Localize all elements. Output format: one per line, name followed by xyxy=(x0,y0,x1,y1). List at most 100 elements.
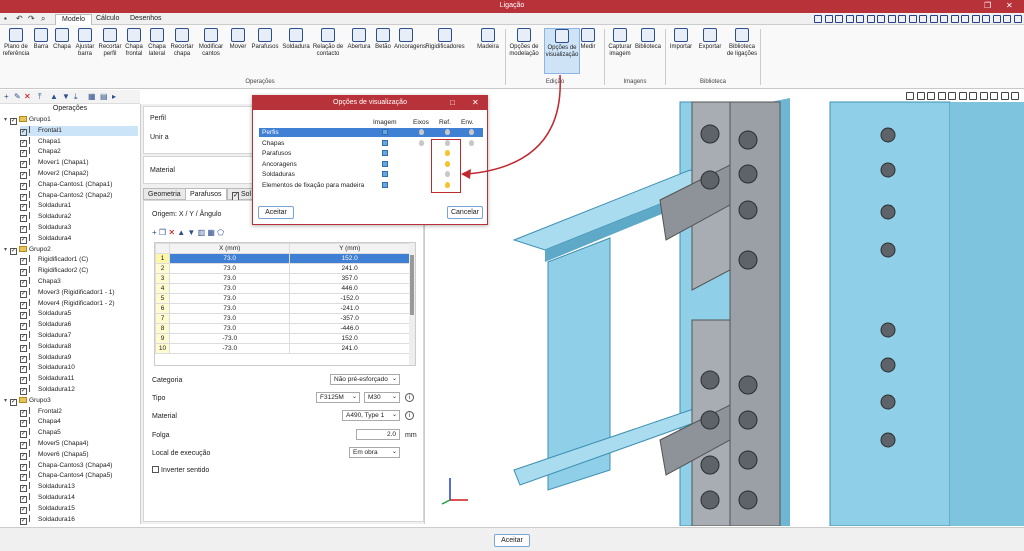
ribbon-button-recortar-perfil[interactable]: Recortar perfil xyxy=(98,28,122,68)
add-row-icon[interactable]: + xyxy=(152,228,157,237)
dialog-row[interactable]: Perfis xyxy=(259,128,483,137)
tree-item[interactable]: ✓ Chapa-Cantos1 (Chapa1) xyxy=(20,179,138,190)
checkbox[interactable]: ✓ xyxy=(20,301,27,309)
tree-item[interactable]: ✓ Soldadura12 xyxy=(20,385,138,395)
cube-icon[interactable] xyxy=(382,181,388,188)
view-tool-icon[interactable] xyxy=(835,15,843,23)
bulb-icon[interactable] xyxy=(445,129,450,135)
view-tool-icon[interactable] xyxy=(919,15,927,23)
checkbox[interactable]: ✓ xyxy=(20,236,27,244)
tab-calculo[interactable]: Cálculo xyxy=(90,14,125,25)
ribbon-button-capturar-imagem[interactable]: Capturar imagem xyxy=(608,28,632,68)
x-cell[interactable]: 73.0 xyxy=(168,273,291,284)
close-icon[interactable]: ✕ xyxy=(1006,1,1013,10)
viewport-tool-icon[interactable] xyxy=(979,92,988,100)
checkbox[interactable]: ✓ xyxy=(20,193,27,201)
table-row[interactable]: 8 73.0 -446.0 xyxy=(155,323,410,334)
viewport-tool-icon[interactable] xyxy=(990,92,998,100)
checkbox[interactable]: ✓ xyxy=(20,496,27,503)
checkbox[interactable]: ✓ xyxy=(20,442,27,449)
edit-icon[interactable]: ✎ xyxy=(14,92,21,101)
delete-row-icon[interactable]: ✕ xyxy=(168,228,175,237)
view-tool-icon[interactable] xyxy=(824,15,833,23)
checkbox[interactable]: ✓ xyxy=(20,172,27,179)
checkbox[interactable]: ✓ xyxy=(20,377,27,385)
tab-parafusos[interactable]: Parafusos xyxy=(185,188,227,200)
view-tool-icon[interactable] xyxy=(898,15,906,23)
checkbox[interactable]: ✓ xyxy=(20,290,27,298)
checkbox[interactable]: ✓ xyxy=(20,128,27,136)
checkbox[interactable]: ✓ xyxy=(20,431,27,439)
checkbox[interactable]: ✓ xyxy=(20,420,27,428)
viewport-tool-icon[interactable] xyxy=(906,92,914,100)
delete-icon[interactable]: ✕ xyxy=(24,92,31,101)
tree-group[interactable]: ▾ ✓ Grupo3 xyxy=(4,396,138,406)
ribbon-button-ajustar-barra[interactable]: Ajustar barra xyxy=(74,28,96,68)
ribbon-button-rigidificadores[interactable]: Rigidificadores xyxy=(420,28,470,68)
view-tool-icon[interactable] xyxy=(992,15,1001,23)
x-cell[interactable]: 73.0 xyxy=(168,263,291,274)
ribbon-button-ancoragens[interactable]: Ancoragens xyxy=(394,28,426,68)
tab-modelo[interactable]: Modelo xyxy=(55,14,92,25)
table-row[interactable]: 10 -73.0 241.0 xyxy=(155,343,410,354)
ribbon-button-relação-de-contacto[interactable]: Relação de contacto xyxy=(312,28,344,68)
move-up-icon[interactable]: ▲ xyxy=(177,228,185,237)
tree-item[interactable]: ✓ Soldadura3 xyxy=(20,223,138,233)
table-row[interactable]: 1 73.0 152.0 xyxy=(155,253,410,264)
table-row[interactable]: 5 73.0 -152.0 xyxy=(155,293,410,304)
view-tool-icon[interactable] xyxy=(982,15,990,23)
ribbon-button-chapa[interactable]: Chapa xyxy=(52,28,72,68)
view-tool-icon[interactable] xyxy=(845,15,854,23)
ribbon-button-barra[interactable]: Barra xyxy=(32,28,50,68)
checkbox[interactable]: ✓ xyxy=(20,215,27,223)
viewport-tool-icon[interactable] xyxy=(927,92,935,100)
viewport-tool-icon[interactable] xyxy=(948,92,956,100)
y-cell[interactable]: 446.0 xyxy=(289,283,410,294)
move-up-icon[interactable]: ▲ xyxy=(50,92,58,101)
tree-item[interactable]: ✓ Chapa-Cantos2 (Chapa2) xyxy=(20,190,138,201)
table-row[interactable]: 3 73.0 357.0 xyxy=(155,273,410,284)
view-tool-icon[interactable] xyxy=(1013,15,1022,23)
checkbox[interactable]: ✓ xyxy=(20,323,27,331)
view-tool-icon[interactable] xyxy=(856,15,864,23)
checkbox[interactable]: ✓ xyxy=(20,226,27,233)
tree-item[interactable]: ✓ Mover4 (Rigidificador1 - 2) xyxy=(20,298,138,309)
checkbox[interactable]: ✓ xyxy=(10,398,17,406)
viewport-tool-icon[interactable] xyxy=(1000,92,1009,100)
ribbon-button-plano-de-referência[interactable]: Plano de referência xyxy=(2,28,30,68)
view-tool-icon[interactable] xyxy=(887,15,896,23)
y-cell[interactable]: 152.0 xyxy=(289,253,410,264)
checkbox[interactable]: ✓ xyxy=(20,150,27,158)
tab-geometria[interactable]: Geometria xyxy=(143,188,186,200)
checkbox[interactable]: ✓ xyxy=(10,247,17,255)
y-cell[interactable]: -357.0 xyxy=(289,313,410,324)
ribbon-button-chapa-frontal[interactable]: Chapa frontal xyxy=(124,28,144,68)
viewport-tool-icon[interactable] xyxy=(916,92,925,100)
tree-item[interactable]: ✓ Frontal2 xyxy=(20,406,138,417)
ribbon-button-betão[interactable]: Betão xyxy=(374,28,392,68)
view-tool-icon[interactable] xyxy=(940,15,948,23)
cube-icon[interactable] xyxy=(382,139,388,146)
move-bottom-icon[interactable]: ⤓ xyxy=(74,92,78,102)
checkbox[interactable] xyxy=(152,466,159,473)
ribbon-button-soldadura[interactable]: Soldadura xyxy=(282,28,310,68)
view-tool-icon[interactable] xyxy=(961,15,969,23)
tree-item[interactable]: ✓ Soldadura7 xyxy=(20,331,138,341)
tree-item[interactable]: ✓ Mover2 (Chapa2) xyxy=(20,169,138,179)
x-cell[interactable]: 73.0 xyxy=(168,293,291,304)
x-cell[interactable]: 73.0 xyxy=(168,303,291,314)
table-row[interactable]: 4 73.0 446.0 xyxy=(155,283,410,294)
scrollbar[interactable] xyxy=(409,243,415,365)
tree-item[interactable]: ✓ Soldadura9 xyxy=(20,352,138,363)
tree-item[interactable]: ✓ Mover1 (Chapa1) xyxy=(20,158,138,169)
ribbon-button-parafusos[interactable]: Parafusos xyxy=(250,28,280,68)
bulb-icon[interactable] xyxy=(419,139,424,146)
tree-item[interactable]: ✓ Chapa2 xyxy=(20,147,138,158)
tree-item[interactable]: ✓ Soldadura8 xyxy=(20,341,138,352)
checkbox[interactable]: ✓ xyxy=(20,506,27,514)
tree-item[interactable]: ✓ Soldadura4 xyxy=(20,233,138,244)
checkbox[interactable]: ✓ xyxy=(20,355,27,363)
tree-item[interactable]: ✓ Mover6 (Chapa5) xyxy=(20,449,138,460)
tree-item[interactable]: ✓ Soldadura16 xyxy=(20,514,138,525)
view-tool-icon[interactable] xyxy=(908,15,917,23)
